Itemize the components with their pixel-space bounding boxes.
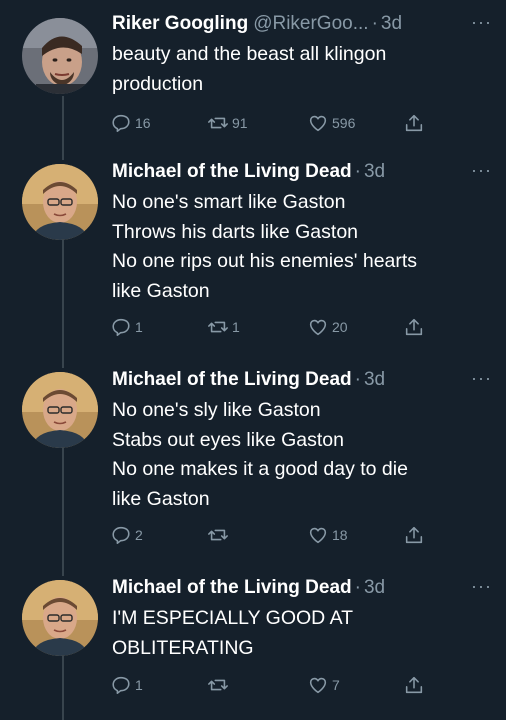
heart-icon bbox=[309, 677, 327, 694]
more-options-icon[interactable]: ··· bbox=[471, 160, 492, 180]
tweet-text-line: I'M ESPECIALLY GOOD AT bbox=[112, 607, 354, 629]
like-button[interactable]: 18 bbox=[307, 524, 348, 546]
tweet[interactable]: Michael of the Living Dead · 3d ··· I'M … bbox=[0, 574, 506, 720]
tweet-header: Michael of the Living Dead · 3d bbox=[112, 158, 492, 186]
like-count: 20 bbox=[332, 319, 348, 335]
timestamp[interactable]: 3d bbox=[364, 369, 385, 391]
separator: · bbox=[354, 161, 361, 182]
tweet-text-line: beauty and the beast all klingon bbox=[112, 43, 387, 65]
retweet-count: 91 bbox=[232, 115, 248, 131]
retweet-count: 1 bbox=[232, 319, 240, 335]
more-options-icon[interactable]: ··· bbox=[471, 12, 492, 32]
timestamp[interactable]: 3d bbox=[364, 577, 385, 599]
retweet-icon bbox=[208, 117, 228, 129]
reply-button[interactable]: 1 bbox=[110, 674, 143, 696]
share-button[interactable] bbox=[403, 112, 425, 134]
retweet-icon bbox=[208, 679, 228, 691]
retweet-button[interactable]: 1 bbox=[207, 316, 240, 338]
separator: · bbox=[371, 13, 378, 34]
reply-button[interactable]: 2 bbox=[110, 524, 143, 546]
timestamp[interactable]: 3d bbox=[381, 13, 402, 35]
michael-avatar-image bbox=[22, 164, 98, 240]
like-count: 7 bbox=[332, 677, 340, 693]
tweet-text-line: No one's smart like Gaston bbox=[112, 191, 346, 213]
separator: · bbox=[354, 577, 361, 598]
reply-count: 1 bbox=[135, 319, 143, 335]
tweet-text-line: like Gaston bbox=[112, 487, 210, 510]
retweet-icon bbox=[208, 321, 228, 333]
timestamp[interactable]: 3d bbox=[364, 161, 385, 183]
heart-icon bbox=[309, 527, 327, 544]
tweet-header: Michael of the Living Dead · 3d bbox=[112, 574, 492, 602]
heart-icon bbox=[309, 115, 327, 132]
display-name[interactable]: Michael of the Living Dead bbox=[112, 577, 352, 599]
reply-icon bbox=[112, 318, 130, 337]
tweet-text-line: OBLITERATING bbox=[112, 636, 254, 659]
like-button[interactable]: 20 bbox=[307, 316, 348, 338]
tweet-text-line: No one's sly like Gaston bbox=[112, 399, 321, 421]
reply-count: 1 bbox=[135, 677, 143, 693]
share-button[interactable] bbox=[403, 316, 425, 338]
more-options-icon[interactable]: ··· bbox=[471, 576, 492, 596]
display-name[interactable]: Michael of the Living Dead bbox=[112, 369, 352, 391]
reply-count: 16 bbox=[135, 115, 151, 131]
display-name[interactable]: Michael of the Living Dead bbox=[112, 161, 352, 183]
tweet-text: No one's sly like Gaston Stabs out eyes … bbox=[112, 396, 492, 514]
separator: · bbox=[354, 369, 361, 390]
share-button[interactable] bbox=[403, 524, 425, 546]
avatar[interactable] bbox=[22, 18, 98, 94]
reply-icon bbox=[112, 526, 130, 545]
share-button[interactable] bbox=[403, 674, 425, 696]
reply-count: 2 bbox=[135, 527, 143, 543]
tweet[interactable]: Michael of the Living Dead · 3d ··· No o… bbox=[0, 366, 506, 566]
tweet-text-line: No one makes it a good day to die bbox=[112, 458, 408, 480]
like-button[interactable]: 596 bbox=[307, 112, 355, 134]
tweet-text: No one's smart like Gaston Throws his da… bbox=[112, 188, 492, 306]
avatar[interactable] bbox=[22, 580, 98, 656]
retweet-button[interactable]: 91 bbox=[207, 112, 248, 134]
tweet-text-line: Throws his darts like Gaston bbox=[112, 220, 359, 243]
retweet-icon bbox=[208, 529, 228, 541]
share-icon bbox=[405, 526, 423, 544]
tweet-header: Riker Googling @RikerGoo... · 3d bbox=[112, 10, 492, 38]
avatar[interactable] bbox=[22, 164, 98, 240]
tweet-text-line: Stabs out eyes like Gaston bbox=[112, 428, 344, 451]
tweet-actions: 2 18 bbox=[110, 524, 440, 548]
avatar[interactable] bbox=[22, 372, 98, 448]
tweet-actions: 16 91 596 bbox=[110, 112, 440, 136]
retweet-button[interactable] bbox=[207, 674, 232, 696]
tweet-text: I'M ESPECIALLY GOOD AT OBLITERATING bbox=[112, 604, 492, 663]
share-icon bbox=[405, 318, 423, 336]
tweet-text-line: No one rips out his enemies' hearts bbox=[112, 250, 418, 272]
reply-button[interactable]: 16 bbox=[110, 112, 151, 134]
like-button[interactable]: 7 bbox=[307, 674, 340, 696]
tweet-text: beauty and the beast all klingon product… bbox=[112, 40, 492, 99]
tweet-actions: 1 1 20 bbox=[110, 316, 440, 340]
michael-avatar-image bbox=[22, 580, 98, 656]
tweet-header: Michael of the Living Dead · 3d bbox=[112, 366, 492, 394]
tweet[interactable]: Riker Googling @RikerGoo... · 3d ··· bea… bbox=[0, 10, 506, 150]
user-handle[interactable]: @RikerGoo... bbox=[253, 13, 368, 35]
like-count: 18 bbox=[332, 527, 348, 543]
retweet-button[interactable] bbox=[207, 524, 232, 546]
michael-avatar-image bbox=[22, 372, 98, 448]
reply-button[interactable]: 1 bbox=[110, 316, 143, 338]
share-icon bbox=[405, 114, 423, 132]
tweet-text-line: production bbox=[112, 72, 204, 95]
reply-icon bbox=[112, 114, 130, 133]
riker-avatar-image bbox=[22, 18, 98, 94]
more-options-icon[interactable]: ··· bbox=[471, 368, 492, 388]
tweet-actions: 1 7 bbox=[110, 674, 440, 698]
like-count: 596 bbox=[332, 115, 356, 131]
display-name[interactable]: Riker Googling bbox=[112, 13, 248, 35]
tweet[interactable]: Michael of the Living Dead · 3d ··· No o… bbox=[0, 158, 506, 358]
heart-icon bbox=[309, 319, 327, 336]
tweet-text-line: like Gaston bbox=[112, 279, 210, 302]
share-icon bbox=[405, 676, 423, 694]
reply-icon bbox=[112, 676, 130, 695]
